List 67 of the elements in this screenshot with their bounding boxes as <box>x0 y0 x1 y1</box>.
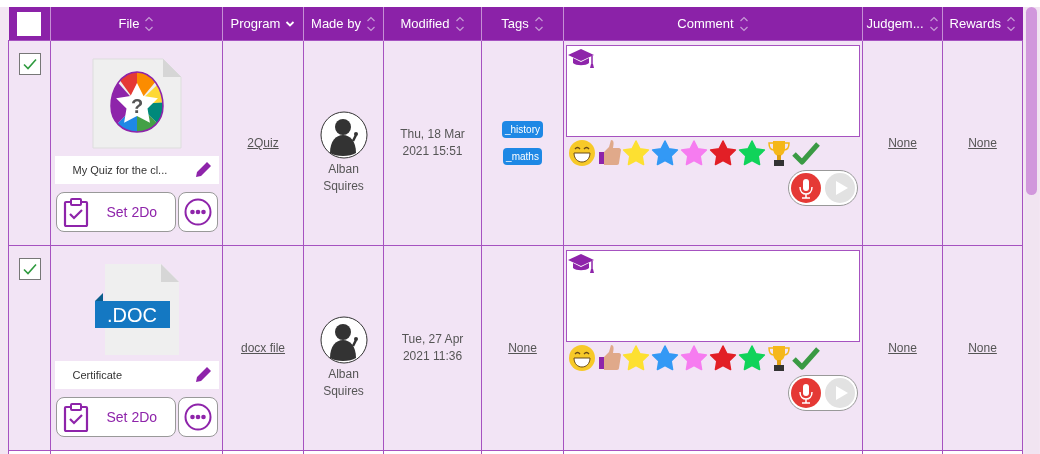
star-icon[interactable] <box>651 139 679 167</box>
sort-icon[interactable] <box>454 14 465 33</box>
quiz-file-icon[interactable]: ? <box>90 58 183 150</box>
checkbox[interactable] <box>18 258 41 280</box>
checkmark-icon <box>21 261 38 277</box>
judgement-link[interactable]: None <box>888 136 917 150</box>
graduation-cap-icon[interactable] <box>567 47 595 69</box>
clipboard-check-icon <box>62 402 89 432</box>
thumbs-up-icon[interactable] <box>597 344 621 372</box>
clipboard-check-icon <box>62 197 89 227</box>
column-header[interactable]: File <box>118 16 140 31</box>
tag-chip[interactable]: _maths <box>503 148 542 165</box>
comment-field[interactable] <box>566 250 860 342</box>
grinning-face-icon[interactable] <box>568 344 596 372</box>
file-name-field[interactable]: My Quiz for the cl... <box>54 156 219 184</box>
star-icon[interactable] <box>651 344 679 372</box>
sort-icon[interactable] <box>1005 14 1016 33</box>
ellipsis-icon <box>183 198 212 226</box>
star-icon[interactable] <box>680 139 708 167</box>
sort-icon[interactable] <box>928 14 939 33</box>
star-icon[interactable] <box>738 344 766 372</box>
star-icon[interactable] <box>709 139 737 167</box>
trophy-icon[interactable] <box>767 344 791 372</box>
checkbox[interactable] <box>18 53 41 75</box>
microphone-button[interactable] <box>790 377 822 409</box>
sort-icon[interactable] <box>144 14 155 33</box>
author-name: Alban Squires <box>322 366 365 400</box>
rewards-link[interactable]: None <box>968 136 997 150</box>
set-2do-button[interactable]: Set 2Do <box>55 192 176 232</box>
grinning-face-icon[interactable] <box>568 139 596 167</box>
tags-link[interactable]: None <box>508 341 537 355</box>
program-link[interactable]: 2Quiz <box>247 136 279 150</box>
sort-icon[interactable] <box>365 14 376 33</box>
star-icon[interactable] <box>709 344 737 372</box>
table-row[interactable]: .DOC Certificate Set 2Do docx file Alban Squires Tue, 27 Apr 2021 11:36 None None None <box>8 245 1023 451</box>
file-name-field[interactable]: Certificate <box>54 361 219 389</box>
comment-field[interactable] <box>566 45 860 137</box>
column-header[interactable]: Tags <box>501 16 529 31</box>
modified-date: Tue, 27 Apr <box>400 331 465 348</box>
more-options-button[interactable] <box>177 397 218 437</box>
program-link[interactable]: docx file <box>241 341 285 355</box>
sort-icon[interactable] <box>533 14 544 33</box>
graduation-cap-icon[interactable] <box>567 252 595 274</box>
tag-chip[interactable]: _history <box>502 121 543 138</box>
microphone-button[interactable] <box>790 172 822 204</box>
column-header[interactable]: Comment <box>677 16 734 31</box>
star-icon[interactable] <box>680 344 708 372</box>
star-icon[interactable] <box>738 139 766 167</box>
trophy-icon[interactable] <box>767 139 791 167</box>
more-options-button[interactable] <box>177 192 218 232</box>
avatar-icon <box>319 316 368 364</box>
sort-icon[interactable] <box>738 14 749 33</box>
modified-date: 2021 11:36 <box>401 348 464 365</box>
checkmark-icon <box>21 56 38 72</box>
modified-date: 2021 15:51 <box>401 143 464 160</box>
author-name: Alban Squires <box>322 161 365 195</box>
table-row[interactable]: ? My Quiz for the cl... Set 2Do 2Quiz Alban Squires Thu, 18 Mar 2021 15:51 _history _maths None None <box>8 40 1023 246</box>
set-2do-button[interactable]: Set 2Do <box>55 397 176 437</box>
scrollbar-thumb[interactable] <box>1026 7 1037 195</box>
thumbs-up-icon[interactable] <box>597 139 621 167</box>
judgement-link[interactable]: None <box>888 341 917 355</box>
modified-date: Thu, 18 Mar <box>399 126 466 143</box>
avatar-icon <box>319 111 368 159</box>
sort-descending-icon[interactable] <box>285 19 296 28</box>
ellipsis-icon <box>183 403 212 431</box>
checkbox[interactable] <box>17 11 42 36</box>
rewards-link[interactable]: None <box>968 341 997 355</box>
